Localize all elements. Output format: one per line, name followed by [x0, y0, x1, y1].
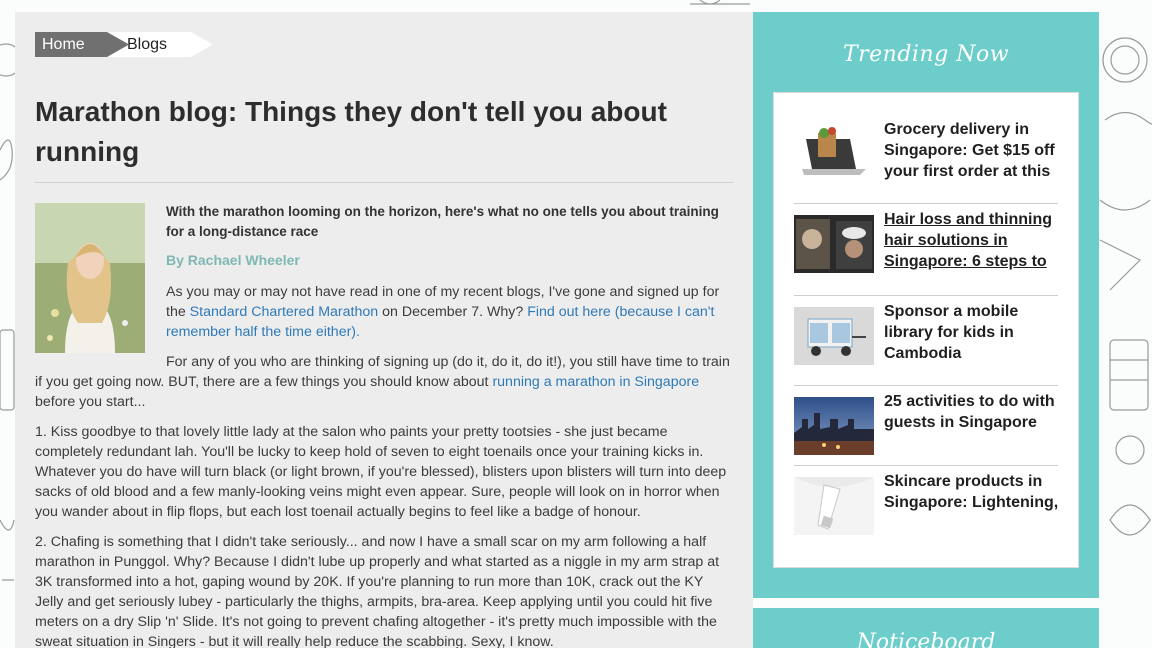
trending-item-title[interactable]: Hair loss and thinning hair solutions in…: [884, 209, 1062, 272]
link-standard-chartered-marathon[interactable]: Standard Chartered Marathon: [190, 304, 379, 320]
library-cart-thumbnail: [794, 307, 874, 365]
hair-salon-thumbnail: [794, 215, 874, 273]
article-byline[interactable]: By Rachael Wheeler: [166, 252, 300, 268]
noticeboard-panel: Noticeboard: [753, 608, 1099, 648]
article-body: As you may or may not have read in one o…: [35, 282, 733, 648]
trending-item-title[interactable]: Skincare products in Singapore: Lighteni…: [884, 471, 1062, 513]
divider: [794, 203, 1058, 204]
trending-list: Grocery delivery in Singapore: Get $15 o…: [773, 92, 1079, 568]
p2-text-b: before you start...: [35, 394, 146, 410]
title-divider: [35, 182, 733, 183]
divider: [794, 385, 1058, 386]
divider: [794, 295, 1058, 296]
article-title: Marathon blog: Things they don't tell yo…: [35, 96, 667, 167]
divider: [794, 465, 1058, 466]
article-panel: Blogs Home Marathon blog: Things they do…: [15, 12, 753, 648]
skincare-tube-thumbnail: [794, 477, 874, 535]
p1-text-b: on December 7. Why?: [378, 304, 528, 320]
laptop-groceries-thumbnail: [794, 125, 874, 183]
trending-item-title[interactable]: 25 activities to do with guests in Singa…: [884, 391, 1062, 433]
city-skyline-thumbnail: [794, 397, 874, 455]
paragraph-3: 1. Kiss goodbye to that lovely little la…: [35, 424, 727, 520]
trending-sidebar: Trending Now Grocery delivery in Singapo…: [753, 12, 1099, 598]
paragraph-4: 2. Chafing is something that I didn't ta…: [35, 534, 720, 648]
paragraph-1: As you may or may not have read in one o…: [166, 282, 733, 342]
trending-now-heading: Trending Now: [842, 42, 1010, 67]
link-running-marathon-singapore[interactable]: running a marathon in Singapore: [492, 374, 699, 390]
trending-item-title[interactable]: Grocery delivery in Singapore: Get $15 o…: [884, 119, 1062, 182]
trending-item-title[interactable]: Sponsor a mobile library for kids in Cam…: [884, 301, 1062, 364]
noticeboard-heading: Noticeboard: [856, 630, 996, 648]
article-lead: With the marathon looming on the horizon…: [166, 204, 719, 239]
paragraph-2: For any of you who are thinking of signi…: [35, 352, 733, 412]
